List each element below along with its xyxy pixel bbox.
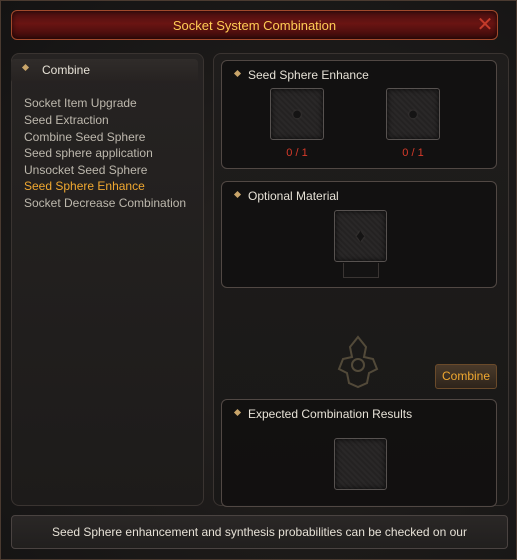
menu-item-combine-seed-sphere[interactable]: Combine Seed Sphere xyxy=(24,130,145,144)
optional-material-title: Optional Material xyxy=(248,189,339,203)
menu-header: Combine xyxy=(11,59,198,83)
seed-sphere-placeholder-icon: ● xyxy=(291,103,303,124)
enhance-section: Seed Sphere Enhance xyxy=(221,60,497,169)
optional-material-slot[interactable]: ♦ xyxy=(334,210,387,262)
slot-2-count: 0 / 1 xyxy=(402,147,424,159)
menu-item-seed-sphere-application[interactable]: Seed sphere application xyxy=(24,146,153,160)
material-placeholder-icon: ♦ xyxy=(355,225,366,246)
close-icon[interactable]: ✕ xyxy=(474,15,496,35)
slot-1-count: 0 / 1 xyxy=(286,147,308,159)
footer-info-text: Seed Sphere enhancement and synthesis pr… xyxy=(52,525,467,539)
enhance-section-title: Seed Sphere Enhance xyxy=(248,68,369,82)
diamond-bullet-icon xyxy=(233,408,242,417)
diamond-bullet-icon xyxy=(233,190,242,199)
menu-item-socket-decrease-combination[interactable]: Socket Decrease Combination xyxy=(24,196,186,210)
menu-item-unsocket-seed-sphere[interactable]: Unsocket Seed Sphere xyxy=(24,163,147,177)
menu-item-seed-extraction[interactable]: Seed Extraction xyxy=(24,113,109,127)
diamond-bullet-icon xyxy=(21,63,30,72)
title-bar: Socket System Combination ✕ xyxy=(11,10,498,40)
seed-sphere-placeholder-icon: ● xyxy=(407,103,419,124)
socket-emblem-icon xyxy=(337,335,379,389)
optional-material-count-box xyxy=(343,263,379,278)
seed-sphere-slot-1[interactable]: ● xyxy=(270,88,324,140)
footer-info-bar: Seed Sphere enhancement and synthesis pr… xyxy=(11,515,508,549)
menu-item-seed-sphere-enhance[interactable]: Seed Sphere Enhance xyxy=(24,179,145,193)
window-title: Socket System Combination xyxy=(172,18,337,33)
results-section-title: Expected Combination Results xyxy=(248,407,413,421)
menu-header-label: Combine xyxy=(42,63,91,77)
socket-combination-window: Socket System Combination ✕ Combine Sock… xyxy=(0,0,517,560)
combine-button[interactable]: Combine xyxy=(435,364,497,389)
result-slot xyxy=(334,438,387,490)
seed-sphere-slot-2[interactable]: ● xyxy=(386,88,440,140)
menu-item-socket-item-upgrade[interactable]: Socket Item Upgrade xyxy=(24,96,137,110)
diamond-bullet-icon xyxy=(233,69,242,78)
